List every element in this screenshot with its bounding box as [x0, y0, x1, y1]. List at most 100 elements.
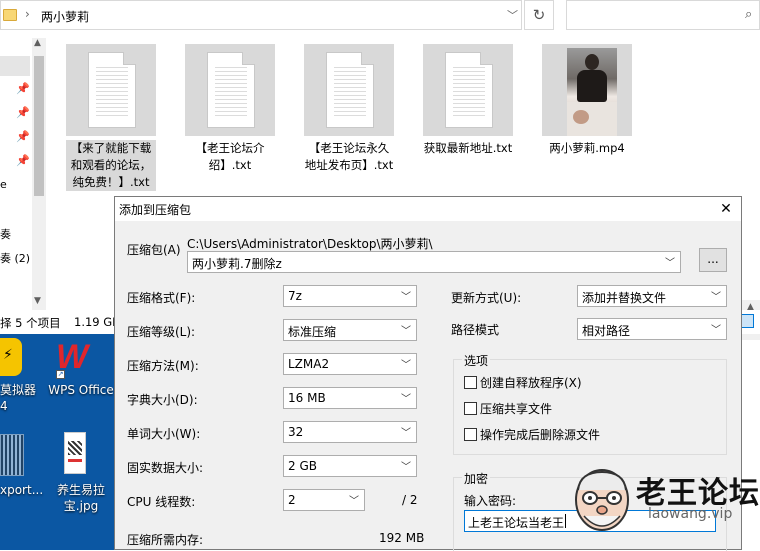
text-file-icon [66, 44, 156, 136]
nav-selected-item[interactable] [0, 56, 30, 76]
nav-item-label[interactable]: 奏 (2) [0, 250, 30, 266]
search-input[interactable]: ⌕ [566, 0, 760, 30]
text-file-icon [185, 44, 275, 136]
word-size-label: 单词大小(W): [127, 427, 201, 441]
scroll-down-icon[interactable]: ▼ [34, 296, 41, 306]
file-name: 【老王论坛永久地址发布页】.txt [304, 141, 394, 172]
chevron-down-icon: ﹀ [401, 428, 411, 439]
shortcut-arrow-icon: ↗ [56, 370, 65, 379]
image-file-icon[interactable] [64, 432, 86, 474]
archive-name-input[interactable]: 两小萝莉.7删除z ﹀ [187, 251, 681, 273]
options-group: 选项 创建自释放程序(X) 压缩共享文件 操作完成后删除源文件 [453, 352, 727, 455]
chevron-down-icon: ﹀ [401, 394, 411, 405]
chevron-down-icon: ﹀ [711, 325, 721, 336]
update-mode-label: 更新方式(U): [451, 291, 522, 305]
chevron-down-icon[interactable]: ﹀ [507, 7, 518, 23]
video-thumbnail [542, 44, 632, 136]
delete-after-checkbox-label: 操作完成后删除源文件 [480, 428, 601, 442]
cpu-threads-select[interactable]: 2 ﹀ [283, 489, 365, 511]
sfx-checkbox[interactable]: 创建自释放程序(X) [464, 374, 582, 391]
path-mode-value: 相对路径 [582, 324, 631, 338]
watermark: 老王论坛 laowang.vip [566, 458, 760, 550]
chevron-down-icon: ﹀ [401, 360, 411, 371]
format-value: 7z [288, 289, 302, 303]
chevron-down-icon: ﹀ [349, 496, 359, 507]
solid-size-select[interactable]: 2 GB ﹀ [283, 455, 417, 477]
file-item[interactable]: 【来了就能下载和观看的论坛，纯免费！】.txt [66, 44, 156, 191]
image-file-icon[interactable] [0, 434, 24, 476]
dict-size-select[interactable]: 16 MB ﹀ [283, 387, 417, 409]
file-item[interactable]: 两小萝莉.mp4 [542, 44, 632, 157]
text-file-icon [423, 44, 513, 136]
shared-files-checkbox-label: 压缩共享文件 [480, 402, 553, 416]
password-value: 上老王论坛当老王 [468, 516, 565, 530]
scroll-thumb[interactable] [34, 56, 44, 196]
method-select[interactable]: LZMA2 ﹀ [283, 353, 417, 375]
watermark-url: laowang.vip [648, 506, 733, 522]
nav-scrollbar[interactable]: ▲ ▼ [32, 38, 46, 310]
chevron-down-icon: ﹀ [401, 326, 411, 337]
close-icon[interactable]: ✕ [713, 199, 739, 219]
scroll-up-icon[interactable]: ▲ [34, 38, 41, 48]
path-mode-select[interactable]: 相对路径 ﹀ [577, 318, 727, 340]
address-bar[interactable]: › 两小萝莉 ﹀ [0, 0, 522, 30]
sfx-checkbox-label: 创建自释放程序(X) [480, 376, 582, 390]
refresh-button[interactable]: ↻ [524, 0, 554, 30]
level-select[interactable]: 标准压缩 ﹀ [283, 319, 417, 341]
large-icons-view-icon[interactable] [740, 314, 754, 328]
solid-size-value: 2 GB [288, 459, 317, 473]
archive-path: C:\Users\Administrator\Desktop\两小萝莉\ [187, 237, 433, 251]
chevron-down-icon: ﹀ [401, 292, 411, 303]
method-label: 压缩方法(M): [127, 359, 199, 373]
encryption-title: 加密 [462, 470, 491, 487]
desktop: 莫拟器4 W ↗ WPS Office xport... 养生易拉宝.jpg [0, 334, 118, 550]
file-item[interactable]: 【老王论坛永久地址发布页】.txt [304, 44, 394, 174]
cpu-threads-label: CPU 线程数: [127, 495, 196, 509]
folder-icon [3, 9, 17, 21]
pin-icon: 📌 [16, 106, 30, 119]
options-title: 选项 [462, 352, 491, 369]
cpu-threads-value: 2 [288, 493, 296, 507]
nav-item-label[interactable]: 奏 [0, 226, 11, 242]
desktop-icon-label[interactable]: 莫拟器4 [0, 382, 40, 414]
search-icon: ⌕ [745, 7, 753, 22]
chevron-down-icon[interactable]: ﹀ [665, 254, 675, 269]
browse-button[interactable]: ... [699, 248, 727, 272]
path-mode-label: 路径模式 [451, 323, 500, 337]
update-mode-value: 添加并替换文件 [582, 291, 667, 305]
chevron-right-icon: › [25, 7, 30, 21]
file-name: 【老王论坛介绍】.txt [195, 141, 265, 172]
method-value: LZMA2 [288, 357, 330, 371]
dict-size-value: 16 MB [288, 391, 326, 405]
desktop-icon-label[interactable]: xport... [0, 482, 43, 498]
breadcrumb[interactable]: 两小萝莉 [41, 8, 89, 25]
nav-item-label[interactable]: e [0, 178, 7, 191]
shared-files-checkbox[interactable]: 压缩共享文件 [464, 400, 552, 417]
cpu-threads-max: / 2 [402, 493, 418, 507]
pin-icon: 📌 [16, 82, 30, 95]
emulator-app-icon[interactable] [0, 338, 22, 376]
dict-size-label: 字典大小(D): [127, 393, 198, 407]
status-items: 择 5 个项目 [0, 316, 61, 330]
file-name: 获取最新地址.txt [423, 141, 513, 155]
archive-name-value: 两小萝莉.7删除z [192, 257, 282, 271]
password-label: 输入密码: [464, 494, 517, 508]
desktop-icon-label[interactable]: WPS Office [44, 382, 118, 398]
file-name: 【来了就能下载和观看的论坛，纯免费！】.txt [66, 140, 156, 191]
format-select[interactable]: 7z ﹀ [283, 285, 417, 307]
delete-after-checkbox[interactable]: 操作完成后删除源文件 [464, 426, 600, 443]
file-item[interactable]: 获取最新地址.txt [423, 44, 513, 157]
memory-label: 压缩所需内存: [127, 533, 204, 547]
word-size-value: 32 [288, 425, 304, 439]
chevron-down-icon: ﹀ [401, 462, 411, 473]
dialog-titlebar: 添加到压缩包 ✕ [115, 197, 741, 221]
word-size-select[interactable]: 32 ﹀ [283, 421, 417, 443]
chevron-down-icon: ﹀ [711, 292, 721, 303]
update-mode-select[interactable]: 添加并替换文件 ﹀ [577, 285, 727, 307]
format-label: 压缩格式(F): [127, 291, 196, 305]
text-file-icon [304, 44, 394, 136]
file-item[interactable]: 【老王论坛介绍】.txt [185, 44, 275, 174]
pin-icon: 📌 [16, 154, 30, 167]
archive-label: 压缩包(A) [127, 243, 181, 257]
desktop-icon-label[interactable]: 养生易拉宝.jpg [44, 482, 118, 514]
